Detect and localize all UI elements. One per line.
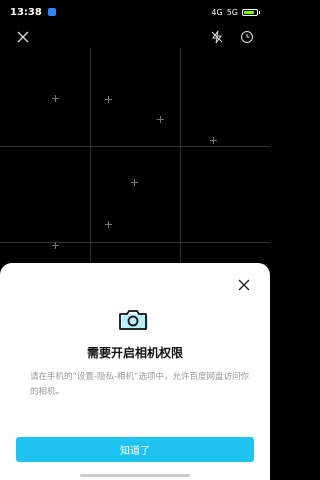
signal-text: 4G (211, 7, 223, 17)
confirm-button[interactable]: 知道了 (16, 437, 254, 462)
focus-point (105, 96, 112, 103)
close-icon[interactable] (236, 277, 252, 293)
status-left: 13:38 (10, 7, 56, 18)
grid-line (0, 242, 270, 243)
grid-line (180, 48, 181, 268)
grid-line (0, 146, 270, 147)
focus-point (52, 242, 59, 249)
battery-fill (244, 10, 254, 14)
camera-icon (118, 307, 152, 333)
grid-line (90, 48, 91, 268)
focus-point (131, 179, 138, 186)
network-text: 5G (226, 7, 238, 17)
status-right: 4G 5G (211, 8, 260, 17)
status-bar: 13:38 4G 5G (0, 0, 270, 24)
close-icon[interactable] (12, 26, 34, 48)
notification-app-icon (47, 8, 56, 16)
focus-point (52, 95, 59, 102)
sheet-description: 请在手机的“设置-隐私-相机”选项中，允许百度网盘访问你的相机。 (30, 372, 249, 397)
flash-off-icon[interactable] (206, 26, 228, 48)
sheet-title: 需要开启相机权限 (86, 346, 183, 360)
focus-point (105, 221, 112, 228)
home-indicator (80, 474, 190, 477)
focus-point (157, 116, 164, 123)
battery-icon (242, 8, 260, 16)
camera-top-bar (0, 26, 270, 48)
focus-point (210, 137, 217, 144)
status-time: 13:38 (10, 6, 42, 18)
timer-icon[interactable] (236, 26, 258, 48)
camera-preview (0, 48, 270, 268)
